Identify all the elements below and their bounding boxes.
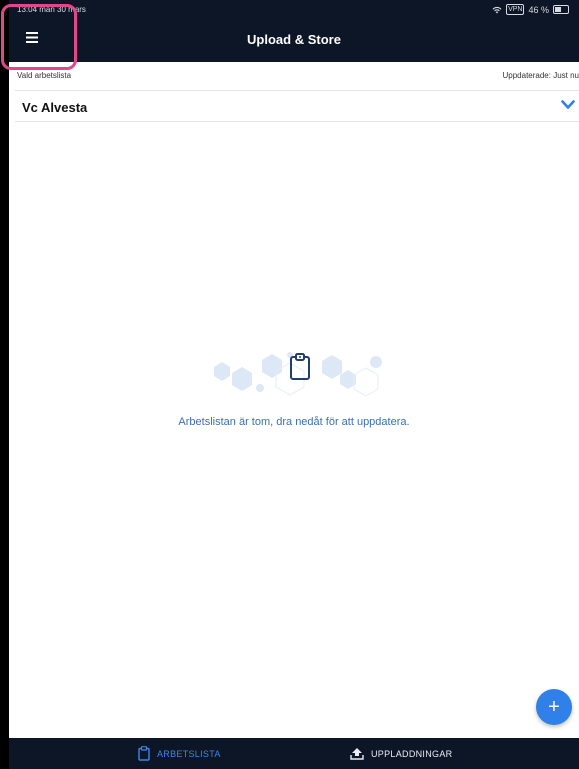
worklist-selector[interactable]: Vc Alvesta [15,90,579,122]
vpn-badge: VPN [506,4,525,15]
tab-label-uppladdningar: UPPLADDNINGAR [371,748,453,759]
bottom-tab-bar: ARBETSLISTA UPPLADDNINGAR [9,738,579,769]
worklist-label: Vald arbetslista [17,71,72,80]
add-button[interactable]: + [536,689,572,725]
status-indicators: VPN 46 % [492,4,569,15]
empty-state-message: Arbetslistan är tom, dra nedåt för att u… [178,416,410,428]
tab-arbetslista[interactable]: ARBETSLISTA [138,738,221,769]
tab-label-arbetslista: ARBETSLISTA [157,748,221,759]
app-screen: 13:04 mån 30 mars VPN 46 % Upload & Stor… [9,0,579,769]
chevron-down-icon [561,100,575,109]
updated-status: Uppdaterade: Just nu [502,71,579,80]
upload-icon [350,748,364,760]
wifi-icon [492,6,502,13]
menu-highlight-annotation [1,4,77,70]
page-title: Upload & Store [247,32,341,47]
battery-icon [553,5,569,14]
clipboard-icon [138,746,150,761]
clipboard-icon [290,353,310,380]
navigation-bar: 13:04 mån 30 mars VPN 46 % Upload & Stor… [9,0,579,62]
battery-percentage: 46 % [528,4,549,15]
selected-worklist: Vc Alvesta [22,100,88,115]
tab-uppladdningar[interactable]: UPPLADDNINGAR [350,738,452,769]
